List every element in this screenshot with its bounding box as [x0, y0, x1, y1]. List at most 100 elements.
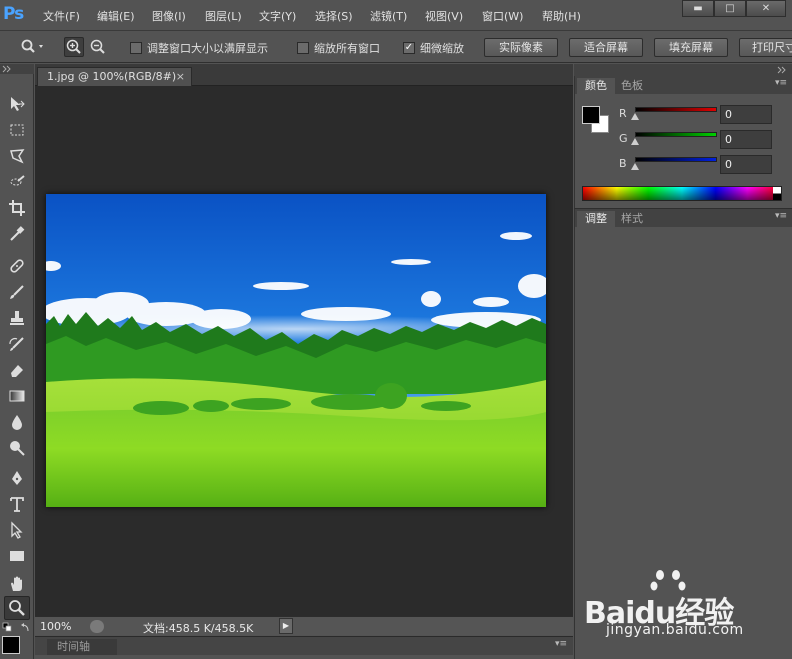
blue-slider[interactable] [635, 157, 717, 162]
tab-swatches[interactable]: 色板 [613, 78, 651, 94]
close-button[interactable]: ✕ [746, 0, 786, 17]
timeline-tab[interactable]: 时间轴 [47, 639, 117, 655]
adjustments-panel-tabs: 调整 样式 ▾≡ [575, 209, 792, 227]
zoom-all-windows-checkbox[interactable] [297, 42, 309, 54]
canvas-area[interactable] [35, 86, 573, 616]
tab-adjustments[interactable]: 调整 [577, 211, 615, 227]
dodge-tool[interactable] [4, 436, 30, 460]
marquee-tool-icon [10, 124, 24, 136]
zoom-out-button[interactable] [88, 37, 108, 57]
color-panel-menu-icon[interactable]: ▾≡ [775, 78, 787, 88]
gradient-tool[interactable] [4, 384, 30, 408]
healing-brush-tool-icon [10, 259, 24, 273]
healing-brush-tool[interactable] [4, 254, 30, 278]
landscape-image [46, 194, 546, 507]
green-value-field[interactable]: 0 [720, 130, 772, 149]
red-slider-thumb[interactable] [631, 113, 639, 120]
rectangle-tool[interactable] [4, 544, 30, 568]
clone-stamp-tool[interactable] [4, 306, 30, 330]
tools-panel [0, 74, 34, 659]
pen-tool[interactable] [4, 466, 30, 490]
menu-window[interactable]: 窗口(W) [482, 8, 523, 24]
path-select-tool-icon [11, 521, 23, 539]
document-tab[interactable]: 1.jpg @ 100%(RGB/8#) × [37, 67, 192, 86]
quick-select-tool[interactable] [4, 170, 30, 194]
window-controls: ▬ □ ✕ [682, 0, 786, 17]
landscape-photo[interactable] [46, 194, 546, 507]
zoom-tool[interactable] [4, 596, 30, 620]
resize-windows-checkbox[interactable] [130, 42, 142, 54]
black-white-swatch[interactable] [773, 187, 781, 200]
resize-windows-option[interactable]: 调整窗口大小以满屏显示 [130, 40, 268, 56]
dodge-tool-icon [10, 441, 25, 456]
eraser-tool[interactable] [4, 358, 30, 382]
red-slider[interactable] [635, 107, 717, 112]
menu-help[interactable]: 帮助(H) [542, 8, 581, 24]
options-bar: 调整窗口大小以满屏显示 缩放所有窗口 ✓ 细微缩放 实际像素 适合屏幕 填充屏幕… [0, 31, 792, 63]
resize-windows-label: 调整窗口大小以满屏显示 [147, 42, 268, 55]
default-colors-icon [2, 622, 29, 632]
path-select-tool[interactable] [4, 518, 30, 542]
fill-screen-button[interactable]: 填充屏幕 [654, 38, 728, 57]
status-menu-arrow-icon[interactable]: ▶ [279, 618, 293, 634]
photoshop-logo: Ps [3, 4, 24, 24]
scrubby-zoom-option[interactable]: ✓ 细微缩放 [403, 40, 464, 56]
menu-view[interactable]: 视图(V) [425, 8, 463, 24]
lasso-tool[interactable] [4, 144, 30, 168]
fit-screen-button[interactable]: 适合屏幕 [569, 38, 643, 57]
menu-select[interactable]: 选择(S) [315, 8, 353, 24]
red-value-field[interactable]: 0 [720, 105, 772, 124]
crop-tool[interactable] [4, 196, 30, 220]
toolbar-grip[interactable] [0, 64, 34, 74]
swap-colors-control[interactable] [2, 622, 32, 634]
green-slider[interactable] [635, 132, 717, 137]
green-slider-thumb[interactable] [631, 138, 639, 145]
move-tool-icon [11, 97, 25, 111]
collapse-arrows-icon [2, 65, 11, 73]
menu-edit[interactable]: 编辑(E) [97, 8, 135, 24]
marquee-tool[interactable] [4, 118, 30, 142]
zoom-tool-icon [9, 600, 25, 616]
zoom-all-windows-option[interactable]: 缩放所有窗口 [297, 40, 380, 56]
hand-tool[interactable] [4, 572, 30, 596]
blue-slider-thumb[interactable] [631, 163, 639, 170]
minimize-button[interactable]: ▬ [682, 0, 714, 17]
scrubby-zoom-checkbox[interactable]: ✓ [403, 42, 415, 54]
pen-tool-icon [12, 471, 22, 485]
color-spectrum-bar[interactable] [582, 186, 782, 201]
history-brush-tool[interactable] [4, 332, 30, 356]
panel-dock-grip[interactable] [574, 64, 792, 76]
eyedropper-tool[interactable] [4, 222, 30, 246]
foreground-color-swatch[interactable] [582, 106, 600, 124]
type-tool[interactable] [4, 492, 30, 516]
timeline-menu-icon[interactable]: ▾≡ [555, 639, 567, 649]
zoom-in-button[interactable] [64, 37, 84, 57]
menu-type[interactable]: 文字(Y) [259, 8, 296, 24]
tab-styles[interactable]: 样式 [613, 211, 651, 227]
blue-value-field[interactable]: 0 [720, 155, 772, 174]
clone-stamp-tool-icon [10, 311, 24, 325]
brush-tool-icon [10, 285, 24, 299]
close-tab-icon[interactable]: × [176, 68, 185, 86]
brush-tool[interactable] [4, 280, 30, 304]
adjustments-panel-menu-icon[interactable]: ▾≡ [775, 211, 787, 221]
foreground-color-swatch[interactable] [2, 636, 20, 654]
menu-image[interactable]: 图像(I) [152, 8, 186, 24]
document-tab-title: 1.jpg @ 100%(RGB/8#) [47, 70, 177, 83]
actual-pixels-button[interactable]: 实际像素 [484, 38, 558, 57]
menu-bar: Ps 文件(F) 编辑(E) 图像(I) 图层(L) 文字(Y) 选择(S) 滤… [0, 0, 792, 31]
move-tool[interactable] [4, 92, 30, 116]
blur-tool[interactable] [4, 410, 30, 434]
zoom-tool-preset-picker[interactable] [16, 37, 50, 57]
maximize-button[interactable]: □ [714, 0, 746, 17]
tab-color[interactable]: 颜色 [577, 78, 615, 94]
menu-filter[interactable]: 滤镜(T) [370, 8, 407, 24]
menu-layer[interactable]: 图层(L) [205, 8, 242, 24]
zoom-level[interactable]: 100% [40, 620, 71, 633]
status-info-icon[interactable] [90, 620, 104, 633]
collapse-arrows-icon [777, 66, 786, 74]
menu-file[interactable]: 文件(F) [43, 8, 80, 24]
document-tab-bar: 1.jpg @ 100%(RGB/8#) × [35, 64, 573, 86]
print-size-button[interactable]: 打印尺寸 [739, 38, 792, 57]
color-panel-tabs: 颜色 色板 ▾≡ [575, 76, 792, 94]
